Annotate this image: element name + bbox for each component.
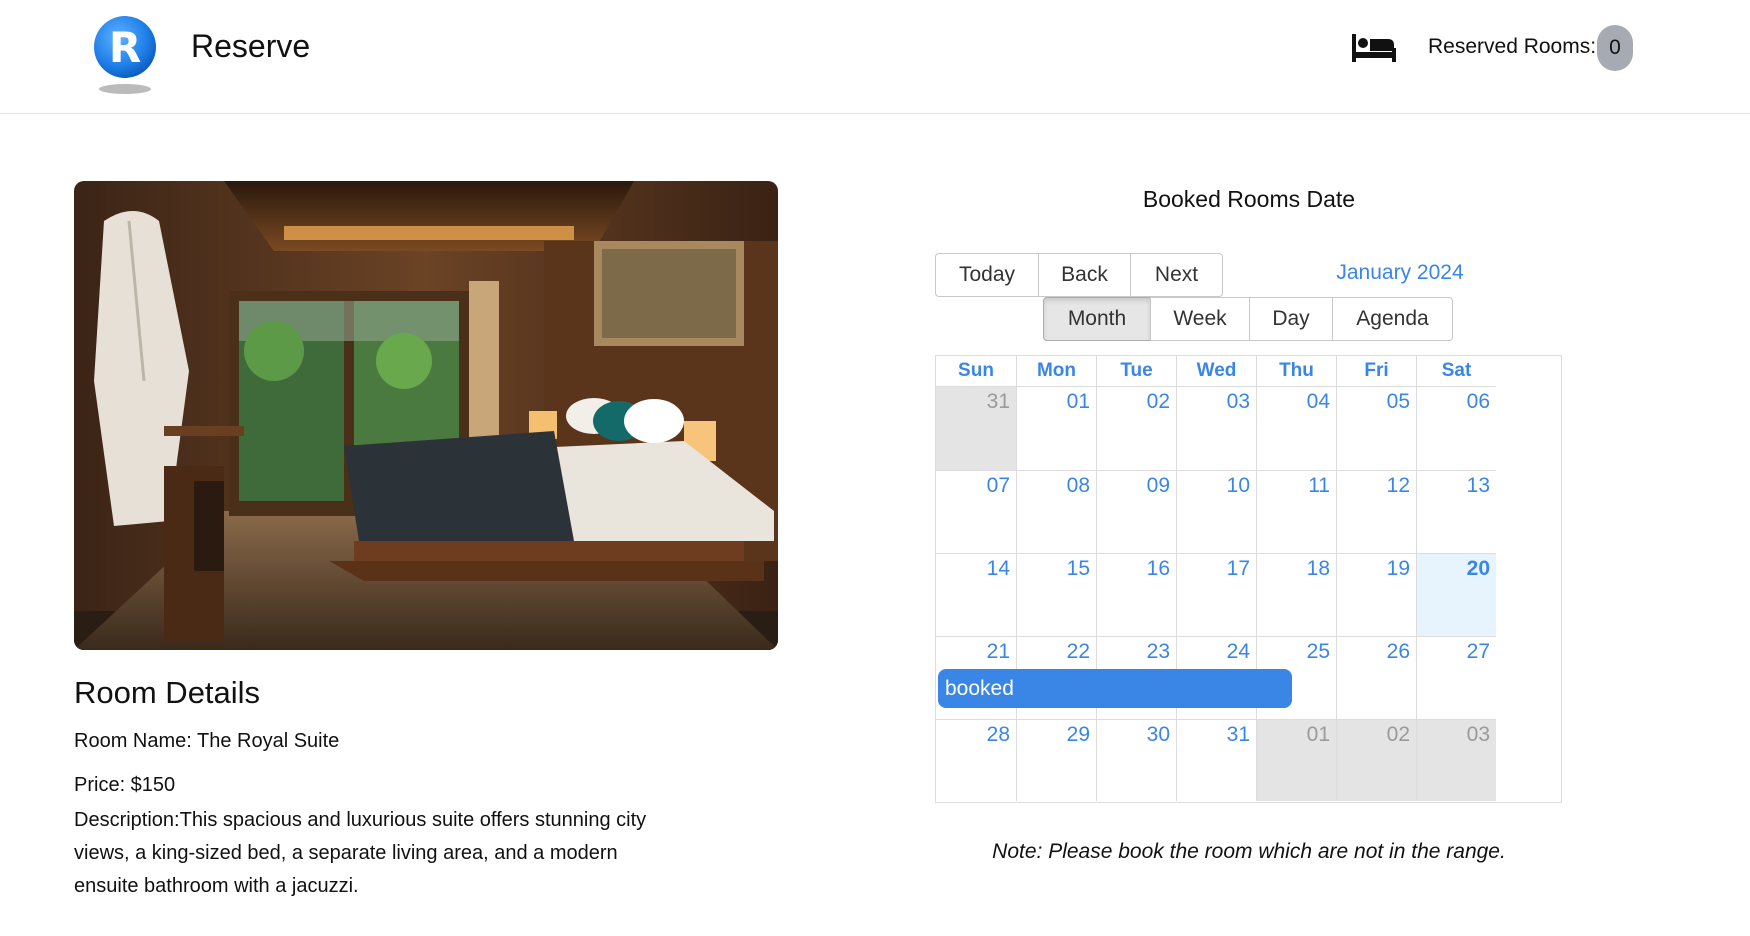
booking-note: Note: Please book the room which are not… (992, 840, 1506, 863)
bed-icon (1352, 32, 1396, 64)
day-cell[interactable]: 05 (1336, 387, 1416, 470)
weekday-header: Tue (1096, 356, 1176, 387)
day-number[interactable]: 19 (1387, 557, 1410, 581)
day-cell[interactable]: 04 (1256, 387, 1336, 470)
day-number[interactable]: 23 (1147, 640, 1170, 664)
reserve-logo[interactable]: R (92, 15, 158, 95)
day-cell[interactable]: 26 (1336, 636, 1416, 719)
room-price: Price: $150 (74, 774, 176, 796)
day-number[interactable]: 09 (1147, 474, 1170, 498)
day-number[interactable]: 25 (1307, 640, 1330, 664)
day-number[interactable]: 22 (1067, 640, 1090, 664)
month-view-button[interactable]: Month (1043, 297, 1151, 341)
day-cell[interactable]: 16 (1096, 553, 1176, 636)
week-view-button[interactable]: Week (1150, 297, 1250, 341)
day-cell[interactable]: 08 (1016, 470, 1096, 553)
day-number[interactable]: 30 (1147, 723, 1170, 747)
day-cell[interactable]: 01 (1256, 719, 1336, 801)
day-cell[interactable]: 11 (1256, 470, 1336, 553)
day-number[interactable]: 31 (1227, 723, 1250, 747)
day-number[interactable]: 20 (1467, 557, 1490, 581)
brand-name[interactable]: Reserve (191, 28, 310, 65)
day-number[interactable]: 17 (1227, 557, 1250, 581)
today-button[interactable]: Today (935, 253, 1039, 297)
day-number[interactable]: 13 (1467, 474, 1490, 498)
day-cell[interactable]: 20 (1416, 553, 1496, 636)
day-cell[interactable]: 17 (1176, 553, 1256, 636)
day-cell[interactable]: 15 (1016, 553, 1096, 636)
weekday-header: Fri (1336, 356, 1416, 387)
top-navbar: R Reserve Reserved Rooms: 0 (0, 0, 1750, 114)
day-cell[interactable]: 30 (1096, 719, 1176, 801)
day-number[interactable]: 10 (1227, 474, 1250, 498)
weekday-header: Sat (1416, 356, 1496, 387)
day-cell[interactable]: 19 (1336, 553, 1416, 636)
day-number[interactable]: 01 (1307, 723, 1330, 747)
day-cell[interactable]: 18 (1256, 553, 1336, 636)
weekday-header: Wed (1176, 356, 1256, 387)
day-number[interactable]: 06 (1467, 390, 1490, 414)
day-number[interactable]: 16 (1147, 557, 1170, 581)
day-number[interactable]: 27 (1467, 640, 1490, 664)
weekday-header: Thu (1256, 356, 1336, 387)
day-cell[interactable]: 06 (1416, 387, 1496, 470)
weekday-header: Sun (936, 356, 1016, 387)
svg-text:R: R (109, 23, 141, 72)
day-number[interactable]: 02 (1147, 390, 1170, 414)
current-month-label: January 2024 (1336, 261, 1464, 284)
day-number[interactable]: 18 (1307, 557, 1330, 581)
day-cell[interactable]: 14 (936, 553, 1016, 636)
day-number[interactable]: 07 (987, 474, 1010, 498)
day-cell[interactable]: 12 (1336, 470, 1416, 553)
back-button[interactable]: Back (1038, 253, 1131, 297)
day-cell[interactable]: 03 (1416, 719, 1496, 801)
day-number[interactable]: 01 (1067, 390, 1090, 414)
day-cell[interactable]: 09 (1096, 470, 1176, 553)
day-cell[interactable]: 31 (936, 387, 1016, 470)
day-number[interactable]: 08 (1067, 474, 1090, 498)
room-photo (74, 181, 778, 650)
day-number[interactable]: 15 (1067, 557, 1090, 581)
day-cell[interactable]: 27 (1416, 636, 1496, 719)
day-number[interactable]: 03 (1227, 390, 1250, 414)
calendar-title: Booked Rooms Date (1142, 186, 1356, 212)
day-number[interactable]: 11 (1308, 474, 1330, 498)
room-details-title: Room Details (74, 675, 261, 710)
day-view-button[interactable]: Day (1249, 297, 1333, 341)
booked-event[interactable]: booked (938, 669, 1292, 708)
day-number[interactable]: 29 (1067, 723, 1090, 747)
day-cell[interactable]: 02 (1096, 387, 1176, 470)
day-number[interactable]: 28 (987, 723, 1010, 747)
day-number[interactable]: 04 (1307, 390, 1330, 414)
agenda-view-button[interactable]: Agenda (1332, 297, 1453, 341)
calendar-view-buttons: Month Week Day Agenda (1043, 297, 1453, 341)
day-number[interactable]: 05 (1387, 390, 1410, 414)
day-cell[interactable]: 13 (1416, 470, 1496, 553)
room-name: Room Name: The Royal Suite (74, 730, 340, 752)
day-number[interactable]: 24 (1227, 640, 1250, 664)
day-cell[interactable]: 03 (1176, 387, 1256, 470)
day-cell[interactable]: 10 (1176, 470, 1256, 553)
reserved-rooms-label: Reserved Rooms: (1428, 35, 1597, 58)
day-cell[interactable]: 07 (936, 470, 1016, 553)
day-number[interactable]: 26 (1387, 640, 1410, 664)
calendar-nav-buttons: Today Back Next (935, 253, 1223, 297)
day-number[interactable]: 02 (1387, 723, 1410, 747)
room-description: Description:This spacious and luxurious … (74, 809, 647, 897)
day-cell[interactable]: 28 (936, 719, 1016, 801)
day-number[interactable]: 31 (987, 390, 1010, 414)
weekday-header: Mon (1016, 356, 1096, 387)
next-button[interactable]: Next (1130, 253, 1223, 297)
day-number[interactable]: 21 (987, 640, 1010, 664)
reserved-count-badge[interactable]: 0 (1597, 25, 1633, 71)
day-number[interactable]: 03 (1467, 723, 1490, 747)
day-cell[interactable]: 01 (1016, 387, 1096, 470)
day-number[interactable]: 14 (987, 557, 1010, 581)
day-number[interactable]: 12 (1387, 474, 1410, 498)
day-cell[interactable]: 02 (1336, 719, 1416, 801)
day-cell[interactable]: 29 (1016, 719, 1096, 801)
day-cell[interactable]: 31 (1176, 719, 1256, 801)
month-calendar-grid: Sun Mon Tue Wed Thu Fri Sat 31 01 02 03 04 05 06 07 08 0… (935, 355, 1562, 803)
